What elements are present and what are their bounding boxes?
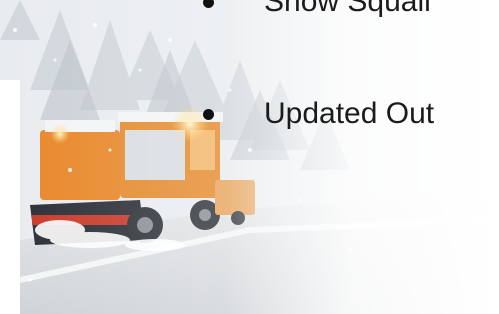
bullet-item: Updated Out	[203, 97, 434, 131]
snowplow-truck-photo	[0, 0, 499, 314]
bullet-dot-icon	[203, 108, 214, 120]
presentation-slide: Snow Squall Updated Out	[0, 0, 499, 314]
bullet-item: Snow Squall	[203, 0, 431, 19]
bullet-text: Snow Squall	[264, 0, 431, 18]
bullet-text: Updated Out	[264, 97, 435, 130]
left-white-panel	[0, 80, 20, 314]
bullet-dot-icon	[203, 0, 214, 8]
